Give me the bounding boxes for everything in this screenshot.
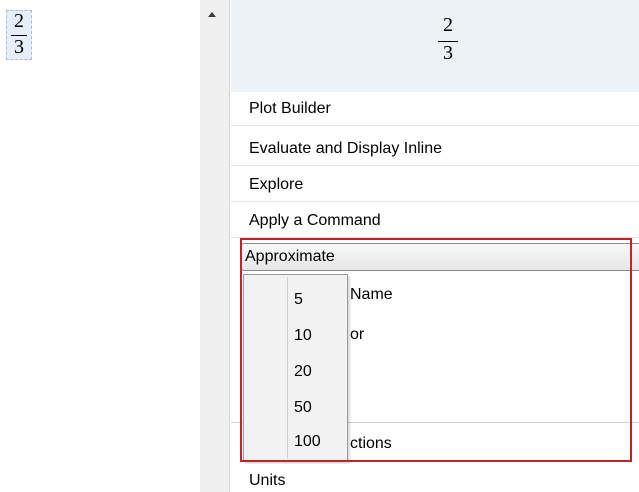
submenu-option-50[interactable]: 50	[294, 391, 346, 425]
fraction-denominator: 3	[14, 36, 24, 58]
preview-area: 2 3	[231, 0, 639, 92]
fraction-numerator: 2	[14, 10, 24, 32]
menu-item-units[interactable]: Units	[231, 464, 639, 492]
menu-item-plot-builder[interactable]: Plot Builder	[231, 92, 639, 126]
scrollbar[interactable]	[200, 0, 230, 492]
approximate-digits-submenu: 5 10 20 50 100	[243, 274, 348, 462]
submenu-option-20[interactable]: 20	[294, 355, 346, 389]
submenu-option-5[interactable]: 5	[294, 283, 346, 317]
submenu-gutter-divider	[287, 277, 288, 459]
context-panel: 2 3 Plot Builder Evaluate and Display In…	[231, 0, 639, 492]
submenu-option-10[interactable]: 10	[294, 319, 346, 353]
menu-item-apply-command[interactable]: Apply a Command	[231, 204, 639, 238]
scroll-up-arrow-icon[interactable]	[208, 12, 216, 17]
preview-denominator: 3	[443, 42, 453, 64]
menu-item-evaluate-display-inline[interactable]: Evaluate and Display Inline	[231, 132, 639, 166]
menu-item-approximate[interactable]: Approximate	[241, 243, 639, 271]
preview-numerator: 2	[443, 14, 453, 36]
menu-item-explore[interactable]: Explore	[231, 168, 639, 202]
hidden-item-name-fragment: Name	[350, 286, 393, 303]
hidden-item-ctions-fragment: ctions	[350, 435, 392, 452]
hidden-item-or-fragment: or	[350, 326, 365, 343]
document-fraction[interactable]: 2 3	[6, 8, 36, 64]
screen: 2 3 2 3 Plot Builder Evaluate and Displa…	[0, 0, 639, 492]
submenu-option-100[interactable]: 100	[294, 425, 346, 459]
